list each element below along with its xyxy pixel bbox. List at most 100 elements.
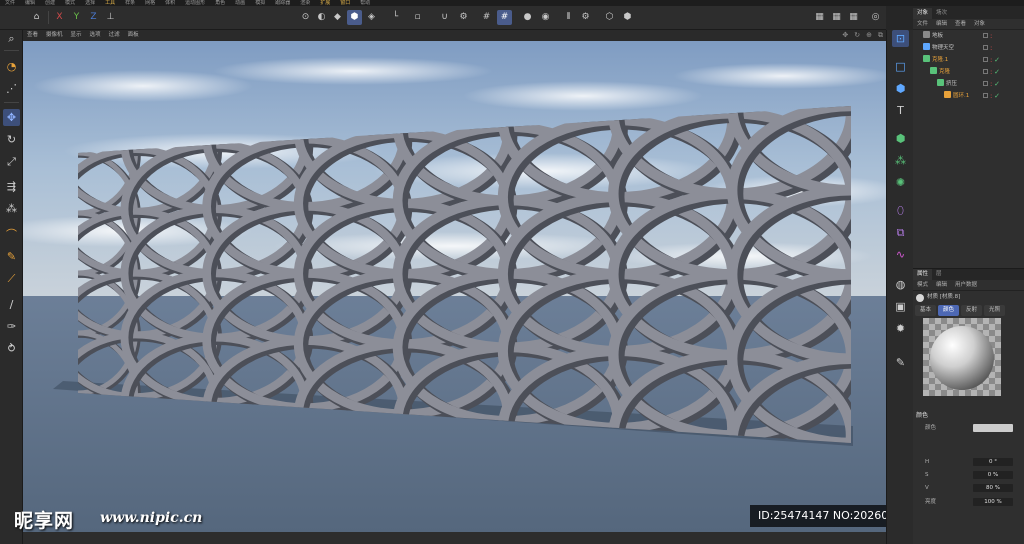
model-mode-icon[interactable]: ⊙ xyxy=(298,10,313,25)
om-menu-file[interactable]: 文件 xyxy=(913,19,932,30)
axis-y-toggle[interactable]: Y xyxy=(69,10,84,25)
mat-tab-illumination[interactable]: 光照 xyxy=(984,305,1006,316)
visibility-dot-icon[interactable]: : xyxy=(990,68,992,76)
render-view-icon[interactable]: ▦ xyxy=(812,10,827,25)
hide-icon[interactable]: ⬡ xyxy=(602,10,617,25)
om-menu-object[interactable]: 对象 xyxy=(970,19,989,30)
workplane-icon[interactable]: ▫ xyxy=(410,10,425,25)
am-menu-mode[interactable]: 模式 xyxy=(913,280,932,291)
object-list-item[interactable]: 克隆.1: ✓ xyxy=(913,54,1024,66)
am-menu-userdata[interactable]: 用户数据 xyxy=(951,280,981,291)
am-menu-edit[interactable]: 编辑 xyxy=(932,280,951,291)
search-icon[interactable]: ⌕ xyxy=(3,30,20,47)
layer-box-icon[interactable] xyxy=(983,33,988,38)
object-manager-icon[interactable]: ⊡ xyxy=(892,30,909,47)
move-tool-icon[interactable]: ✥ xyxy=(3,109,20,126)
om-menu-edit[interactable]: 编辑 xyxy=(932,19,951,30)
quantize-icon[interactable]: ● xyxy=(520,10,535,25)
enabled-check-icon[interactable]: ✓ xyxy=(994,92,1000,100)
coordinate-system-icon[interactable]: ⊥ xyxy=(103,10,118,25)
om-menu-view[interactable]: 查看 xyxy=(951,19,970,30)
visibility-dot-icon[interactable]: : xyxy=(990,80,992,88)
viewport-menu-display[interactable]: 显示 xyxy=(67,30,86,41)
viewport-menu-panel[interactable]: 面板 xyxy=(124,30,143,41)
visibility-dot-icon[interactable]: : xyxy=(990,92,992,100)
3d-viewport[interactable] xyxy=(23,41,886,532)
live-selection-icon[interactable]: ⋰ xyxy=(3,80,20,97)
object-mode-icon[interactable]: ⬢ xyxy=(347,10,362,25)
visibility-dot-icon[interactable]: : xyxy=(990,32,992,40)
enabled-check-icon[interactable]: ✓ xyxy=(994,68,1000,76)
undo-icon[interactable]: ⌂ xyxy=(29,10,44,25)
object-list-item[interactable]: 物理天空: xyxy=(913,42,1024,54)
viewport-menu-view[interactable]: 查看 xyxy=(23,30,42,41)
viewport-menu-options[interactable]: 选项 xyxy=(86,30,105,41)
layout-icon[interactable]: ◎ xyxy=(868,10,883,25)
spline-icon[interactable]: ∿ xyxy=(892,246,909,263)
s-field[interactable]: 0 % xyxy=(973,471,1013,479)
texture-mode-icon[interactable]: ◐ xyxy=(314,10,329,25)
visibility-dot-icon[interactable]: : xyxy=(990,44,992,52)
tab-objects[interactable]: 对象 xyxy=(913,8,933,19)
transfer-tool-icon[interactable]: ⇶ xyxy=(3,178,20,195)
bend-icon[interactable]: ⌒ xyxy=(3,226,20,243)
spline-pen-icon[interactable]: ✎ xyxy=(3,248,20,265)
axis-x-toggle[interactable]: X xyxy=(52,10,67,25)
enabled-check-icon[interactable]: ✓ xyxy=(994,80,1000,88)
object-flags[interactable]: : ✓ xyxy=(983,90,1000,103)
viewport-menu-filter[interactable]: 过滤 xyxy=(105,30,124,41)
rotate-view-icon[interactable]: ↻ xyxy=(851,30,863,41)
light-icon[interactable]: ✹ xyxy=(892,320,909,337)
enabled-check-icon[interactable]: ✓ xyxy=(994,56,1000,64)
camera-icon[interactable]: ▣ xyxy=(892,298,909,315)
axis-z-toggle[interactable]: Z xyxy=(86,10,101,25)
color-swatch[interactable] xyxy=(973,424,1013,432)
rotate-tool-icon[interactable]: ↻ xyxy=(3,131,20,148)
timeline-icon[interactable]: ◔ xyxy=(3,58,20,75)
generator-icon[interactable]: ⬢ xyxy=(892,130,909,147)
solo-icon[interactable]: ⬢ xyxy=(620,10,635,25)
mat-tab-basic[interactable]: 基本 xyxy=(915,305,937,316)
environment-icon[interactable]: ◍ xyxy=(892,276,909,293)
extrude-icon[interactable]: ⥁ xyxy=(3,340,20,357)
symmetry-settings-icon[interactable]: ⚙ xyxy=(578,10,593,25)
effector-icon[interactable]: ✺ xyxy=(892,174,909,191)
v-field[interactable]: 80 % xyxy=(973,484,1013,492)
symmetry-icon[interactable]: ⫴ xyxy=(561,10,576,25)
layer-box-icon[interactable] xyxy=(983,69,988,74)
layer-box-icon[interactable] xyxy=(983,81,988,86)
axis-mode-icon[interactable]: └ xyxy=(388,10,403,25)
object-list-item[interactable]: 挤压: ✓ xyxy=(913,78,1024,90)
render-settings-icon[interactable]: ▦ xyxy=(846,10,861,25)
cube-primitive-icon[interactable]: □ xyxy=(892,58,909,75)
workplane-grid-icon[interactable]: # xyxy=(497,10,512,25)
brush-icon[interactable]: ∕ xyxy=(3,296,20,313)
layer-box-icon[interactable] xyxy=(983,57,988,62)
object-list-item[interactable]: 圆环.1: ✓ xyxy=(913,90,1024,102)
tab-takes[interactable]: 场次 xyxy=(932,8,951,19)
zoom-view-icon[interactable]: ⊕ xyxy=(863,30,875,41)
viewport-menu-camera[interactable]: 摄像机 xyxy=(42,30,67,41)
points-mode-icon[interactable]: ◆ xyxy=(330,10,345,25)
field-icon[interactable]: ⧉ xyxy=(892,224,909,241)
tab-layers[interactable]: 层 xyxy=(932,269,946,280)
deformer-icon[interactable]: ⬯ xyxy=(892,202,909,219)
snap-settings-icon[interactable]: ⚙ xyxy=(456,10,471,25)
sketch-icon[interactable]: ⟋ xyxy=(3,270,20,287)
cloner-icon[interactable]: ⁂ xyxy=(892,152,909,169)
maximize-view-icon[interactable]: ⧉ xyxy=(875,30,886,41)
grid-icon[interactable]: # xyxy=(479,10,494,25)
polygon-mode-icon[interactable]: ◈ xyxy=(364,10,379,25)
layer-box-icon[interactable] xyxy=(983,45,988,50)
box-icon[interactable]: ⬢ xyxy=(892,80,909,97)
snap-icon[interactable]: ∪ xyxy=(437,10,452,25)
material-editor-icon[interactable]: ✎ xyxy=(892,354,909,371)
layer-box-icon[interactable] xyxy=(983,93,988,98)
object-list-item[interactable]: 克隆: ✓ xyxy=(913,66,1024,78)
brightness-field[interactable]: 100 % xyxy=(973,498,1013,506)
isolate-icon[interactable]: ◉ xyxy=(538,10,553,25)
move-view-icon[interactable]: ✥ xyxy=(839,30,851,41)
mat-tab-reflectance[interactable]: 反射 xyxy=(961,305,983,316)
scale-tool-icon[interactable]: ⤢ xyxy=(3,153,20,170)
object-list-item[interactable]: 地板: xyxy=(913,30,1024,42)
